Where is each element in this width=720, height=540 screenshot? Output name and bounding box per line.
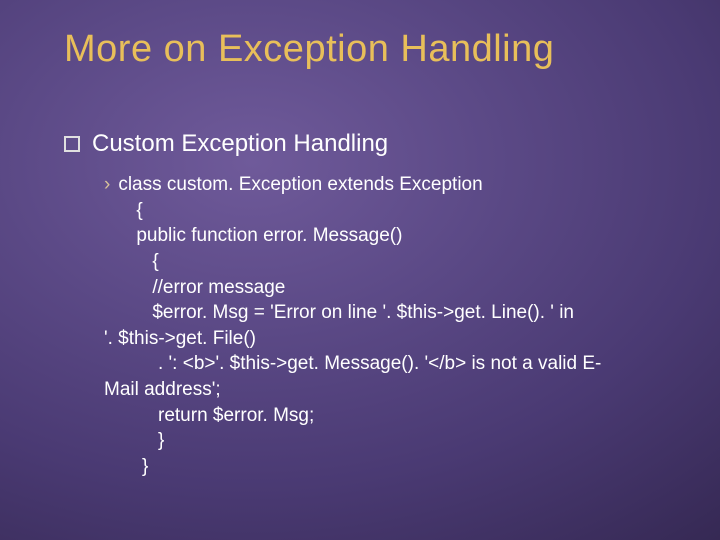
code-line: $error. Msg = 'Error on line '. $this->g… bbox=[118, 300, 672, 326]
square-bullet-icon bbox=[64, 136, 80, 152]
code-line: public function error. Message() bbox=[118, 223, 672, 249]
level1-text: Custom Exception Handling bbox=[92, 130, 388, 157]
bullet-level1: Custom Exception Handling bbox=[64, 130, 672, 158]
slide-body: Custom Exception Handling › class custom… bbox=[64, 130, 672, 480]
code-line: //error message bbox=[118, 275, 672, 301]
code-line: { bbox=[118, 198, 672, 224]
code-block: class custom. Exception extends Exceptio… bbox=[118, 172, 672, 326]
code-line: { bbox=[118, 249, 672, 275]
code-line: } bbox=[104, 454, 672, 480]
code-line: } bbox=[104, 428, 672, 454]
chevron-right-icon: › bbox=[104, 172, 110, 198]
bullet-level2: › class custom. Exception extends Except… bbox=[104, 172, 672, 480]
code-line: class custom. Exception extends Exceptio… bbox=[118, 174, 482, 195]
slide: More on Exception Handling Custom Except… bbox=[0, 0, 720, 540]
code-line: . ': <b>'. $this->get. Message(). '</b> … bbox=[104, 351, 672, 377]
code-line: return $error. Msg; bbox=[104, 403, 672, 429]
code-line: Mail address'; bbox=[104, 377, 672, 403]
slide-title: More on Exception Handling bbox=[64, 28, 680, 71]
code-line: '. $this->get. File() bbox=[104, 326, 672, 352]
